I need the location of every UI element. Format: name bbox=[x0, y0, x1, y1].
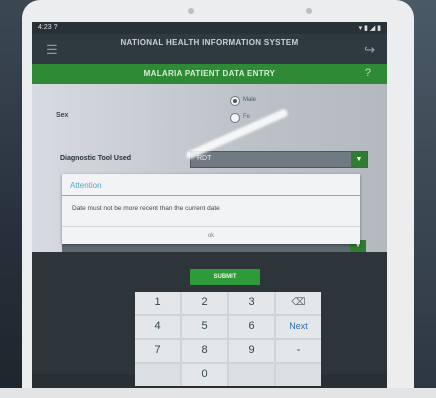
key-3[interactable]: 3 bbox=[229, 292, 274, 314]
status-icons: ▾ ▮ ◢ ▮ bbox=[358, 25, 381, 32]
back-icon[interactable]: ☰ bbox=[46, 42, 58, 58]
key-1[interactable]: 1 bbox=[135, 292, 180, 314]
dialog-ok-button[interactable]: ok bbox=[62, 226, 360, 245]
alert-dialog: Attention Date must not be more recent t… bbox=[62, 174, 360, 244]
form-header: MALARIA PATIENT DATA ENTRY ? bbox=[32, 64, 387, 84]
sex-option-female[interactable]: Fe bbox=[243, 114, 250, 120]
key-6[interactable]: 6 bbox=[229, 316, 274, 338]
dialog-message: Date must not be more recent than the cu… bbox=[72, 205, 220, 212]
form-title: MALARIA PATIENT DATA ENTRY bbox=[143, 69, 276, 78]
app-title: NATIONAL HEALTH INFORMATION SYSTEM bbox=[120, 38, 299, 47]
numeric-keypad: 1 2 3 ⌫ 4 5 6 Next 7 8 9 - 0 bbox=[135, 292, 321, 386]
app-bar: ☰ NATIONAL HEALTH INFORMATION SYSTEM ↪ bbox=[32, 34, 387, 64]
sensor-icon bbox=[306, 8, 312, 14]
status-time: 4:23 ? bbox=[38, 24, 58, 31]
key-blank-left bbox=[135, 364, 180, 386]
chevron-down-icon[interactable]: ▼ bbox=[351, 152, 367, 167]
diagnostic-tool-value: RDT bbox=[197, 155, 212, 162]
key-5[interactable]: 5 bbox=[182, 316, 227, 338]
key-2[interactable]: 2 bbox=[182, 292, 227, 314]
key-9[interactable]: 9 bbox=[229, 340, 274, 362]
key-4[interactable]: 4 bbox=[135, 316, 180, 338]
key-dash[interactable]: - bbox=[276, 340, 321, 362]
backspace-icon[interactable]: ⌫ bbox=[276, 292, 321, 314]
dialog-title: Attention bbox=[70, 181, 102, 190]
key-7[interactable]: 7 bbox=[135, 340, 180, 362]
help-icon[interactable]: ? bbox=[365, 67, 371, 79]
sex-label: Sex bbox=[56, 112, 69, 119]
diagnostic-tool-select[interactable]: RDT ▼ bbox=[190, 151, 368, 168]
next-key[interactable]: Next bbox=[276, 316, 321, 338]
sex-radio-male[interactable] bbox=[230, 96, 240, 106]
key-blank-right bbox=[276, 364, 321, 386]
exit-icon[interactable]: ↪ bbox=[364, 42, 375, 58]
bottom-shade bbox=[0, 388, 436, 398]
sex-option-male[interactable]: Male bbox=[243, 97, 256, 103]
sex-radio-female[interactable] bbox=[230, 113, 240, 123]
submit-button[interactable]: SUBMIT bbox=[190, 269, 260, 285]
key-8[interactable]: 8 bbox=[182, 340, 227, 362]
status-bar: 4:23 ? ▾ ▮ ◢ ▮ bbox=[32, 22, 387, 34]
app-screen: 4:23 ? ▾ ▮ ◢ ▮ ☰ NATIONAL HEALTH INFORMA… bbox=[32, 22, 387, 398]
dialog-divider bbox=[62, 195, 360, 196]
diagnostic-tool-label: Diagnostic Tool Used bbox=[60, 155, 132, 162]
key-0[interactable]: 0 bbox=[182, 364, 227, 386]
key-blank-mid bbox=[229, 364, 274, 386]
camera-icon bbox=[188, 8, 194, 14]
